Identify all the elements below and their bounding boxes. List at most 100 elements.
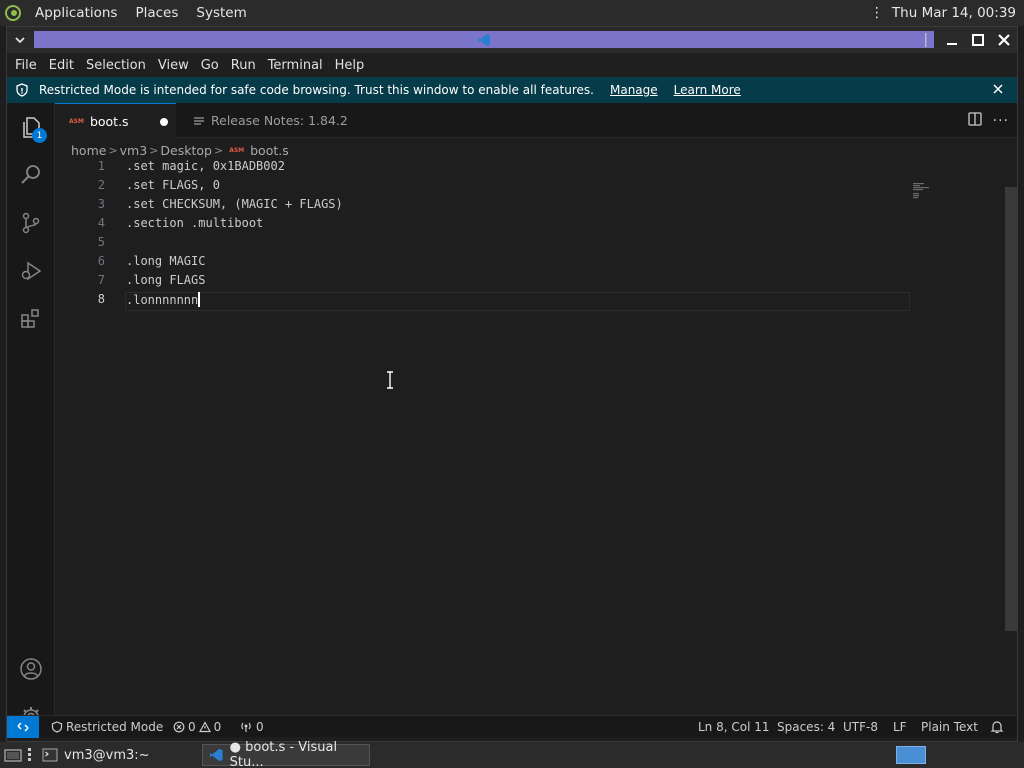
taskbar-handle-icon[interactable] — [27, 748, 33, 766]
notifications-bell-icon[interactable] — [990, 716, 1004, 738]
manage-link[interactable]: Manage — [610, 83, 658, 97]
vscode-logo-icon — [478, 33, 490, 46]
breadcrumb-vm3[interactable]: vm3 — [120, 143, 148, 158]
ports-status[interactable]: 0 — [239, 716, 264, 738]
restricted-mode-status[interactable]: Restricted Mode — [51, 716, 163, 738]
distro-logo-icon[interactable] — [0, 0, 26, 26]
minimap[interactable] — [913, 183, 943, 203]
vscode-logo-icon — [210, 748, 223, 762]
tab-label: boot.s — [89, 113, 129, 129]
tab-boot-s[interactable]: ASM boot.s — [55, 103, 176, 138]
error-icon — [173, 721, 185, 733]
breadcrumb: home > vm3 > Desktop > ASM boot.s — [71, 140, 289, 160]
search-icon[interactable] — [7, 151, 55, 199]
workspace-switcher[interactable] — [896, 746, 926, 764]
cursor-position[interactable]: Ln 8, Col 11 — [698, 716, 770, 738]
activity-bar: 1 1 — [7, 103, 55, 733]
accounts-icon[interactable] — [7, 645, 55, 693]
editor-scrollbar[interactable] — [1005, 187, 1017, 631]
error-count: 0 — [188, 720, 196, 734]
asm-file-icon: ASM — [229, 146, 245, 154]
eol-status[interactable]: LF — [893, 716, 907, 738]
menu-selection[interactable]: Selection — [80, 58, 152, 73]
show-desktop-icon[interactable] — [4, 746, 22, 768]
applications-menu[interactable]: Applications — [26, 5, 126, 21]
code-line-current[interactable]: .lonnnnnnn — [126, 292, 201, 307]
menu-help[interactable]: Help — [329, 58, 371, 73]
panel-clock[interactable]: Thu Mar 14, 00:39 — [890, 5, 1024, 21]
chevron-right-icon: > — [108, 143, 118, 157]
source-control-icon[interactable] — [7, 199, 55, 247]
line-number: 3 — [97, 197, 105, 211]
maximize-icon[interactable] — [969, 31, 987, 49]
code-line[interactable]: .long MAGIC — [126, 254, 205, 268]
line-number-current: 8 — [97, 292, 105, 306]
line-number: 7 — [97, 273, 105, 287]
shield-icon — [51, 721, 63, 733]
line-number: 1 — [97, 159, 105, 173]
encoding-status[interactable]: UTF-8 — [843, 716, 878, 738]
menu-run[interactable]: Run — [225, 58, 262, 73]
window-menu-chevron-icon[interactable] — [7, 27, 33, 53]
chevron-right-icon: > — [213, 143, 224, 157]
more-actions-icon[interactable]: ··· — [993, 113, 1009, 129]
mouse-ibeam-cursor-icon — [387, 371, 393, 389]
menu-edit[interactable]: Edit — [43, 58, 80, 73]
indentation-status[interactable]: Spaces: 4 — [777, 716, 835, 738]
menu-go[interactable]: Go — [195, 58, 225, 73]
shield-icon — [15, 83, 35, 97]
explorer-badge: 1 — [32, 128, 47, 143]
tab-release-notes[interactable]: Release Notes: 1.84.2 — [179, 103, 349, 138]
window-sep-icon — [917, 31, 935, 49]
banner-message: Restricted Mode is intended for safe cod… — [39, 83, 594, 97]
explorer-icon[interactable]: 1 — [7, 103, 55, 151]
extensions-icon[interactable] — [7, 295, 55, 343]
language-mode[interactable]: Plain Text — [921, 716, 978, 738]
desktop-taskbar: vm3@vm3:~ ● boot.s - Visual Stu... — [0, 740, 1024, 768]
code-editor[interactable]: 1 .set magic, 0x1BADB002 2 .set FLAGS, 0… — [55, 159, 1017, 715]
menu-view[interactable]: View — [152, 58, 195, 73]
title-strip[interactable] — [34, 31, 934, 48]
asm-file-icon: ASM — [69, 117, 84, 125]
places-menu[interactable]: Places — [126, 5, 187, 21]
taskbar-terminal-label: vm3@vm3:~ — [64, 747, 150, 763]
code-line[interactable]: .set CHECKSUM, (MAGIC + FLAGS) — [126, 197, 343, 211]
split-editor-icon[interactable] — [967, 111, 983, 131]
menu-file[interactable]: File — [9, 58, 43, 73]
breadcrumb-file[interactable]: boot.s — [250, 143, 289, 158]
breadcrumb-desktop[interactable]: Desktop — [160, 143, 212, 158]
code-line[interactable]: .set FLAGS, 0 — [126, 178, 220, 192]
code-line[interactable]: .section .multiboot — [126, 216, 263, 230]
app-menubar: File Edit Selection View Go Run Terminal… — [7, 53, 1017, 77]
warning-icon — [198, 721, 211, 733]
terminal-icon — [42, 748, 58, 762]
ports-count: 0 — [256, 720, 264, 734]
panel-more-icon[interactable]: ⋮ — [864, 5, 890, 21]
taskbar-vscode[interactable]: ● boot.s - Visual Stu... — [202, 740, 370, 768]
status-bar: Restricted Mode 0 0 0 Ln 8, Col 11 Space… — [7, 715, 1017, 738]
desktop-top-panel: Applications Places System ⋮ Thu Mar 14,… — [0, 0, 1024, 26]
unsaved-dot-icon[interactable] — [160, 118, 168, 126]
close-window-icon[interactable] — [995, 31, 1013, 49]
current-line-highlight — [125, 292, 910, 311]
taskbar-terminal[interactable]: vm3@vm3:~ — [36, 744, 156, 766]
minimize-icon[interactable] — [943, 31, 961, 49]
code-line-text: .lonnnnnnn — [126, 293, 199, 307]
taskbar-vscode-label: ● boot.s - Visual Stu... — [229, 740, 338, 768]
remote-window-icon[interactable] — [7, 716, 39, 738]
tab-label: Release Notes: 1.84.2 — [211, 113, 348, 128]
learn-more-link[interactable]: Learn More — [674, 83, 741, 97]
window-titlebar[interactable] — [7, 27, 1017, 53]
run-debug-icon[interactable] — [7, 247, 55, 295]
menu-terminal[interactable]: Terminal — [262, 58, 329, 73]
breadcrumb-home[interactable]: home — [71, 143, 106, 158]
problems-status[interactable]: 0 0 — [173, 716, 221, 738]
system-menu[interactable]: System — [187, 5, 255, 21]
broadcast-icon — [241, 722, 251, 732]
code-line[interactable]: .set magic, 0x1BADB002 — [126, 159, 285, 173]
close-banner-icon[interactable] — [991, 82, 1005, 99]
release-notes-icon — [194, 116, 204, 125]
line-number: 4 — [97, 216, 105, 230]
code-line[interactable]: .long FLAGS — [126, 273, 205, 287]
restricted-mode-banner: Restricted Mode is intended for safe cod… — [7, 77, 1017, 103]
